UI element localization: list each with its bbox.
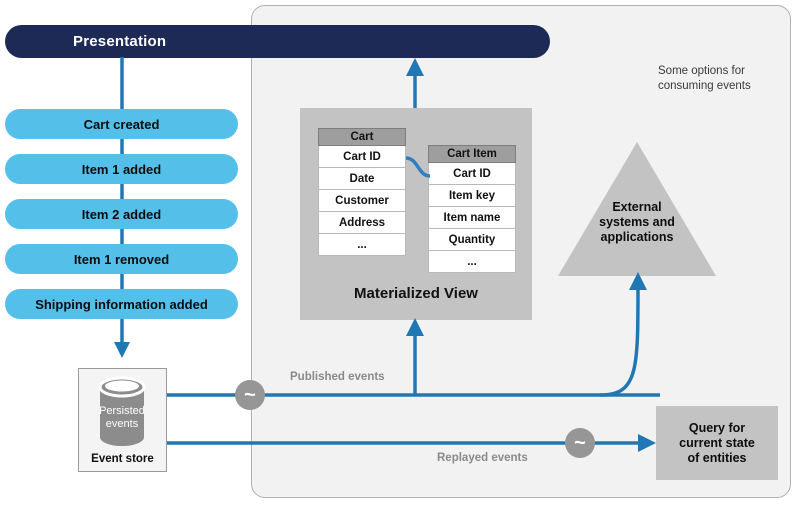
arrowhead-to-external-systems — [629, 272, 647, 290]
arrowheads — [114, 58, 656, 452]
arrowhead-to-presentation — [406, 58, 424, 76]
diagram-canvas: Presentation Cart created Item 1 added I… — [0, 0, 799, 509]
event-stream-badge-replayed: ~ — [565, 428, 595, 458]
arrowhead-to-query-box — [638, 434, 656, 452]
arrowhead-to-materialized-view — [406, 318, 424, 336]
tilde-icon: ~ — [244, 384, 256, 406]
arrowhead-to-event-store — [114, 342, 130, 358]
event-stream-badge-published: ~ — [235, 380, 265, 410]
tilde-icon: ~ — [574, 432, 586, 454]
